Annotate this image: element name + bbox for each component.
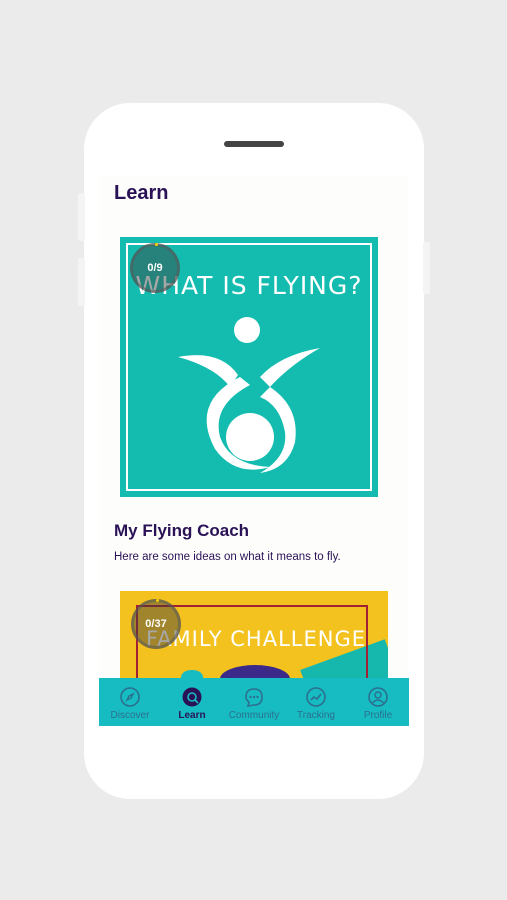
tab-label: Tracking — [297, 710, 335, 721]
tab-tracking[interactable]: Tracking — [285, 678, 347, 726]
course-progress-badge: 0/9 — [130, 243, 180, 293]
course-progress-value: 0/37 — [145, 618, 167, 630]
tab-label: Profile — [363, 710, 393, 721]
chart-icon — [306, 687, 326, 707]
course-progress-value: 0/9 — [147, 262, 163, 274]
app-screen: Learn WHAT IS FLYING? 0/9 My Flying Coac… — [100, 176, 408, 726]
compass-icon — [120, 687, 140, 707]
learn-icon — [182, 687, 202, 707]
course-title[interactable]: My Flying Coach — [114, 521, 249, 541]
tab-learn[interactable]: Learn — [161, 670, 223, 726]
page-title: Learn — [114, 182, 169, 204]
tab-label: Discover — [110, 710, 150, 721]
active-tab-indicator — [181, 670, 203, 684]
volume-button — [78, 193, 85, 241]
course-description: Here are some ideas on what it means to … — [114, 551, 341, 563]
tab-profile[interactable]: Profile — [347, 678, 409, 726]
bottom-tab-bar: Discover Learn Community Tracking Profil… — [99, 670, 409, 726]
tab-discover[interactable]: Discover — [99, 678, 161, 726]
tab-community[interactable]: Community — [223, 678, 285, 726]
progress-indicator-dot — [156, 599, 159, 602]
phone-speaker — [224, 141, 284, 147]
power-button — [423, 242, 430, 294]
chat-icon — [245, 688, 263, 707]
course-progress-badge: 0/37 — [131, 599, 181, 649]
progress-indicator-dot — [155, 243, 158, 246]
volume-button — [78, 258, 85, 306]
tab-label: Community — [228, 710, 280, 721]
profile-icon — [368, 687, 388, 707]
tab-label: Learn — [178, 710, 206, 721]
